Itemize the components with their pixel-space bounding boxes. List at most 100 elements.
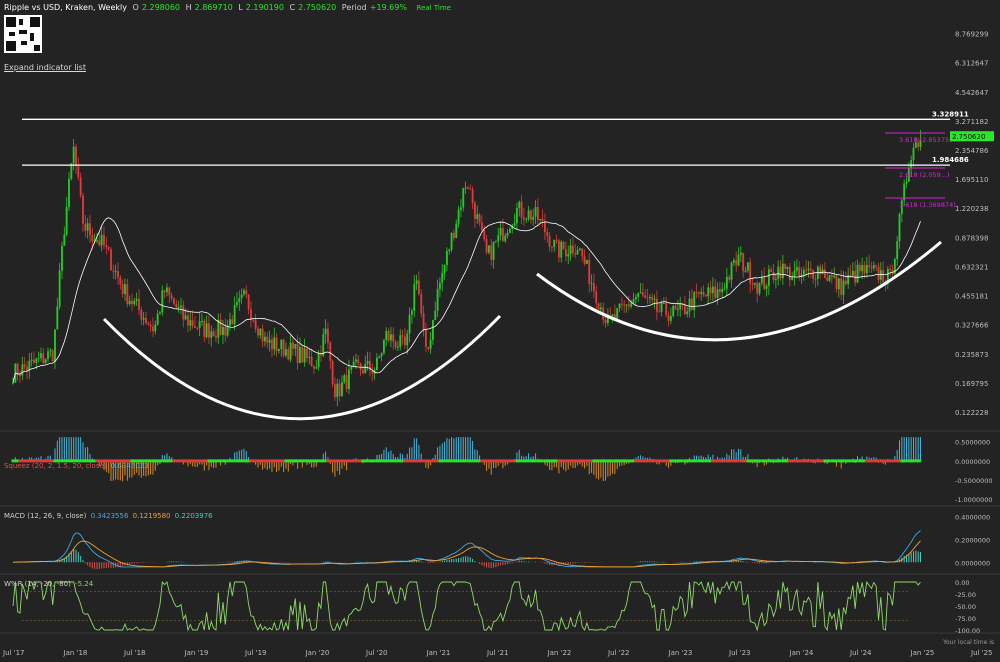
candle-body bbox=[611, 314, 614, 317]
candle-body bbox=[257, 328, 259, 336]
candle-body bbox=[522, 217, 525, 220]
y-tick-label: 0.235873 bbox=[955, 351, 988, 359]
candle-body bbox=[247, 294, 250, 310]
wr-legend: W%R (14, -20, -80) -5.24 bbox=[4, 580, 95, 588]
candle-body bbox=[791, 277, 794, 281]
squeeze-dot bbox=[445, 459, 453, 463]
candle-body bbox=[599, 307, 602, 310]
candle-body bbox=[79, 177, 82, 196]
candle-body bbox=[557, 240, 560, 258]
candle-body bbox=[114, 271, 117, 273]
candle-body bbox=[634, 296, 637, 300]
candle-body bbox=[275, 337, 278, 351]
squeeze-dot bbox=[480, 459, 488, 463]
candle-body bbox=[721, 288, 724, 293]
candle-body bbox=[310, 356, 313, 367]
candle-body bbox=[383, 340, 385, 353]
candle-body bbox=[133, 300, 136, 305]
candle-body bbox=[469, 188, 472, 190]
candle-body bbox=[695, 292, 698, 294]
candle-body bbox=[252, 319, 255, 321]
candle-body bbox=[348, 369, 350, 390]
candle-body bbox=[623, 304, 626, 306]
squeeze-dot bbox=[305, 459, 313, 463]
candle-body bbox=[774, 278, 777, 280]
candle-body bbox=[91, 235, 94, 242]
candle-body bbox=[401, 335, 404, 337]
candle-body bbox=[674, 305, 677, 310]
squeeze-dot bbox=[333, 459, 341, 463]
candle-body bbox=[508, 228, 511, 233]
candle-body bbox=[737, 254, 740, 266]
candle-body bbox=[767, 269, 770, 286]
squeeze-dot bbox=[669, 459, 677, 463]
candle-body bbox=[168, 287, 171, 296]
squeeze-dot bbox=[354, 459, 362, 463]
candle-body bbox=[343, 375, 346, 383]
squeeze-y-tick: 0.0000000 bbox=[955, 458, 990, 466]
fib-level-label: 1.618 (1.369874) bbox=[899, 201, 956, 209]
y-tick-label: 6.312647 bbox=[955, 60, 988, 68]
candle-body bbox=[280, 339, 283, 350]
candle-body bbox=[30, 359, 33, 361]
candle-body bbox=[842, 280, 845, 295]
candle-body bbox=[205, 323, 208, 337]
candle-body bbox=[844, 280, 847, 285]
squeeze-dot bbox=[340, 459, 348, 463]
macd-y-tick: 0.0000000 bbox=[955, 559, 990, 567]
squeeze-dot bbox=[662, 459, 670, 463]
candle-body bbox=[378, 356, 381, 358]
candle-body bbox=[506, 232, 509, 236]
squeeze-dot bbox=[193, 459, 201, 463]
candle-body bbox=[149, 324, 152, 327]
squeeze-dot bbox=[683, 459, 691, 463]
candle-body bbox=[627, 304, 630, 307]
candle-body bbox=[564, 249, 567, 257]
squeeze-dot bbox=[627, 459, 635, 463]
squeeze-dot bbox=[200, 459, 208, 463]
candle-body bbox=[625, 304, 628, 306]
price-chart: 8.769299 6.312647 4.542647 3.271182 2.354786… bbox=[0, 31, 1000, 657]
candle-body bbox=[653, 298, 656, 300]
candle-body bbox=[135, 298, 138, 301]
candle-body bbox=[686, 311, 689, 315]
candle-body bbox=[187, 315, 189, 326]
squeeze-dot bbox=[389, 459, 397, 463]
squeeze-dot bbox=[655, 459, 663, 463]
candle-body bbox=[758, 283, 761, 294]
candle-body bbox=[777, 266, 780, 279]
candle-body bbox=[728, 276, 731, 280]
candle-body bbox=[35, 358, 38, 363]
candle-body bbox=[571, 245, 574, 254]
squeeze-dot bbox=[417, 459, 425, 463]
candle-body bbox=[604, 319, 607, 324]
squeeze-dot bbox=[494, 459, 502, 463]
candle-body bbox=[191, 320, 194, 327]
candle-body bbox=[574, 253, 577, 255]
candle-body bbox=[669, 316, 672, 321]
squeeze-dot bbox=[179, 459, 187, 463]
candle-body bbox=[702, 291, 705, 295]
candle-body bbox=[261, 328, 264, 342]
macd-name: MACD (12, 26, 9, close) bbox=[4, 512, 87, 520]
candle-body bbox=[215, 336, 217, 338]
candle-body bbox=[159, 312, 161, 314]
candle-body bbox=[716, 289, 719, 298]
candle-body bbox=[865, 264, 868, 274]
x-tick-label: Jul '17 bbox=[2, 649, 25, 657]
candle-body bbox=[299, 347, 301, 363]
squeeze-dot bbox=[718, 459, 726, 463]
candle-body bbox=[163, 290, 166, 293]
squeeze-dot bbox=[487, 459, 495, 463]
x-tick-label: Jul '22 bbox=[607, 649, 630, 657]
candle-body bbox=[420, 293, 423, 314]
candle-body bbox=[912, 147, 915, 161]
candle-body bbox=[744, 270, 747, 272]
squeeze-dot bbox=[830, 459, 838, 463]
candle-body bbox=[536, 207, 539, 220]
candle-body bbox=[648, 296, 651, 299]
candle-body bbox=[399, 335, 402, 347]
candle-body bbox=[532, 216, 535, 220]
squeeze-dot bbox=[872, 459, 880, 463]
candle-body bbox=[882, 270, 885, 283]
